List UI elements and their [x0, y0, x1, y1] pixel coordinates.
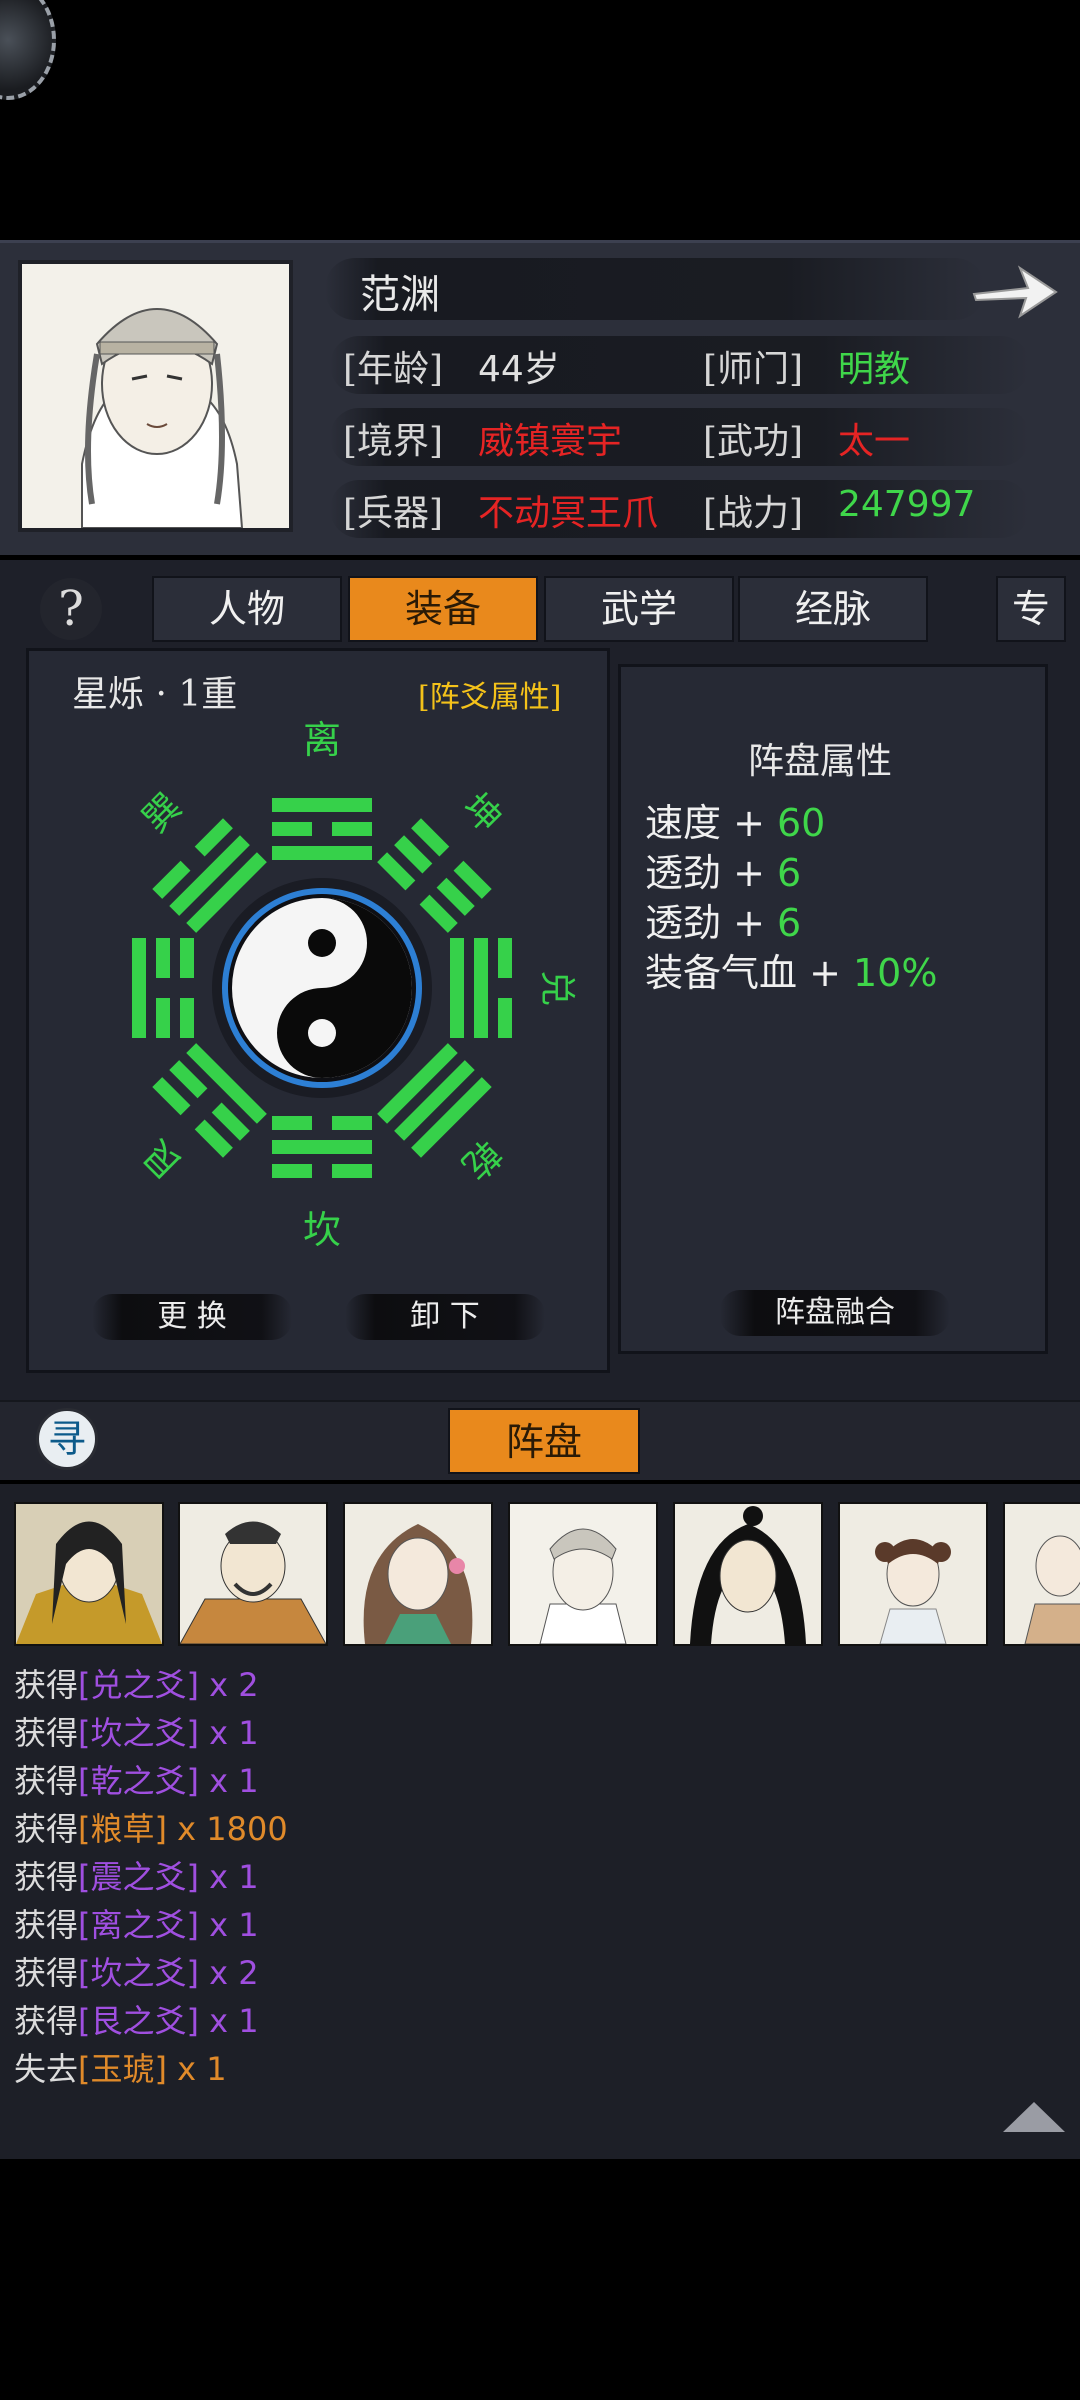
tab-formation-plate[interactable]: 阵盘: [448, 1408, 640, 1474]
martial-label: [武功]: [703, 421, 804, 462]
character-card[interactable]: [1003, 1502, 1080, 1646]
age-label: [年龄]: [343, 349, 444, 390]
weapon-value: 不动冥王爪: [478, 493, 659, 534]
power-value: 247997: [838, 484, 976, 525]
martial-value: 太一: [838, 421, 911, 462]
attribute-line: 透劲 + 6: [645, 901, 802, 945]
log-line: 获得[粮草] x 1800: [14, 1810, 288, 1848]
character-card[interactable]: [14, 1502, 164, 1646]
log-line: 获得[离之爻] x 1: [14, 1906, 259, 1944]
log-line: 获得[艮之爻] x 1: [14, 2002, 259, 2040]
sect-label: [师门]: [703, 349, 804, 390]
scroll-up-icon[interactable]: [1003, 2102, 1065, 2132]
tab-special[interactable]: 专: [996, 576, 1066, 642]
tab-character[interactable]: 人物: [152, 576, 342, 642]
trigram-label-top: 离: [303, 718, 341, 762]
trigram-label-top-right: 坤: [454, 786, 508, 840]
character-card[interactable]: [508, 1502, 658, 1646]
replace-button[interactable]: 更 换: [92, 1294, 292, 1340]
unload-button[interactable]: 卸 下: [345, 1294, 545, 1340]
trigram-label-right: 兑: [536, 970, 577, 1006]
attribute-line: 速度 + 60: [645, 801, 826, 845]
log-line: 获得[坎之爻] x 1: [14, 1714, 259, 1752]
attribute-line: 装备气血 + 10%: [645, 951, 938, 995]
log-line: 获得[兑之爻] x 2: [14, 1666, 259, 1704]
trigram-kan: [272, 1116, 372, 1178]
yin-yang-icon: [212, 878, 432, 1098]
search-icon[interactable]: 寻: [36, 1408, 98, 1470]
hero-portrait: [18, 260, 293, 532]
character-card[interactable]: [838, 1502, 988, 1646]
log-line: 获得[乾之爻] x 1: [14, 1762, 259, 1800]
realm-label: [境界]: [343, 421, 444, 462]
trigram-li: [272, 798, 372, 860]
age-value: 44岁: [478, 349, 560, 390]
attribute-line: 透劲 + 6: [645, 851, 802, 895]
fuse-button[interactable]: 阵盘融合: [720, 1290, 950, 1336]
tab-equipment[interactable]: 装备: [348, 576, 538, 642]
log-line: 获得[震之爻] x 1: [14, 1858, 259, 1896]
character-card[interactable]: [343, 1502, 493, 1646]
character-card[interactable]: [673, 1502, 823, 1646]
character-card[interactable]: [178, 1502, 328, 1646]
corner-avatar[interactable]: [0, 0, 56, 100]
attributes-title: 阵盘属性: [748, 741, 893, 782]
trigram-label-bottom: 坎: [303, 1208, 341, 1250]
sect-value: 明教: [838, 349, 911, 390]
tab-martial-arts[interactable]: 武学: [544, 576, 734, 642]
log-line: 获得[坎之爻] x 2: [14, 1954, 259, 1992]
realm-value: 威镇寰宇: [478, 421, 623, 462]
hero-name: 范渊: [360, 272, 440, 318]
trigram-label-top-left: 巽: [135, 786, 189, 840]
trigram-label-bottom-right: 乾: [454, 1132, 508, 1186]
tab-meridians[interactable]: 经脉: [738, 576, 928, 642]
bagua-diagram[interactable]: 离 坤 兑 乾 坎 艮 震 巽: [67, 710, 590, 1252]
trigram-label-bottom-left: 艮: [136, 1132, 190, 1186]
weapon-label: [兵器]: [343, 493, 444, 534]
help-button[interactable]: ?: [40, 578, 102, 640]
trigram-dui: [450, 938, 512, 1038]
log-line: 失去[玉琥] x 1: [14, 2050, 227, 2088]
trigram-zhen: [132, 938, 194, 1038]
power-label: [战力]: [703, 493, 804, 534]
next-arrow-icon[interactable]: [970, 258, 1060, 322]
